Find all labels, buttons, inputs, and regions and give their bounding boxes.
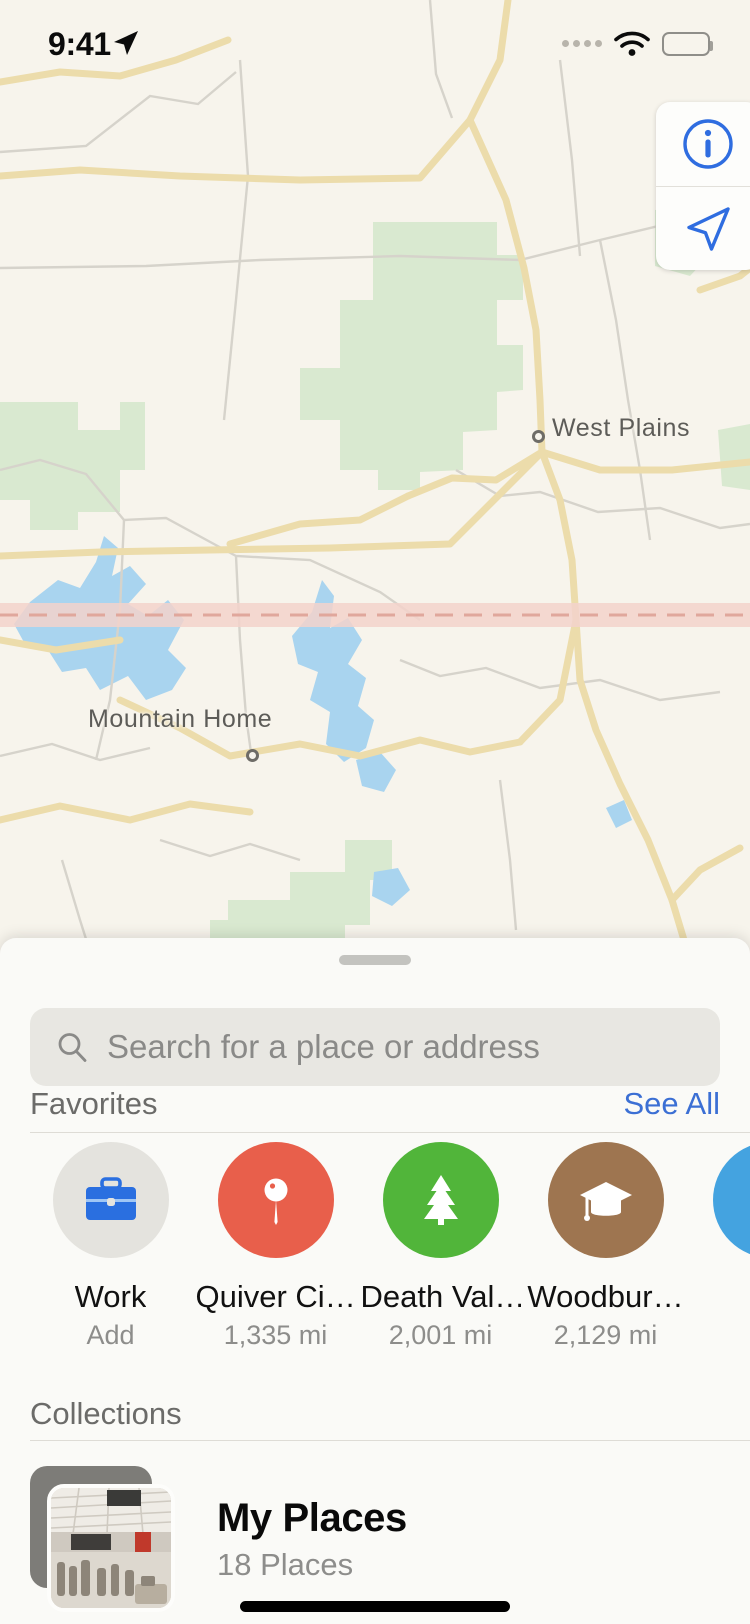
graduation-cap-icon bbox=[579, 1182, 632, 1221]
favorite-sublabel: 1,335 mi bbox=[223, 1320, 328, 1350]
favorites-scroller[interactable]: Work Add Quiver Ci… 1,335 mi Death Val… … bbox=[0, 1142, 750, 1372]
favorite-label: Work bbox=[74, 1279, 147, 1314]
favorites-header: Favorites See All bbox=[0, 1086, 750, 1122]
favorite-icon-partial bbox=[712, 1142, 750, 1258]
info-button[interactable] bbox=[656, 102, 750, 186]
favorite-label: Woodbur… bbox=[527, 1279, 684, 1314]
favorites-divider bbox=[30, 1132, 750, 1133]
collections-header: Collections bbox=[0, 1396, 750, 1432]
collections-title: Collections bbox=[30, 1396, 182, 1431]
map-canvas[interactable]: West Plains Mountain Home bbox=[0, 0, 750, 960]
places-sheet: Favorites See All Work Add bbox=[0, 938, 750, 1624]
favorite-item-quiver-city[interactable]: Quiver Ci… 1,335 mi bbox=[193, 1142, 358, 1351]
search-input[interactable] bbox=[107, 1028, 694, 1066]
favorite-label: Death Val… bbox=[360, 1279, 521, 1314]
favorites-title: Favorites bbox=[30, 1086, 158, 1121]
store-interior-photo bbox=[47, 1484, 175, 1612]
collection-thumbnail bbox=[30, 1464, 180, 1614]
collection-subtitle: 18 Places bbox=[217, 1546, 354, 1582]
store-photo-art bbox=[51, 1488, 171, 1608]
info-circle-icon bbox=[683, 119, 733, 169]
favorite-icon-work bbox=[52, 1142, 169, 1258]
collection-row-my-places[interactable]: My Places 18 Places bbox=[0, 1454, 750, 1624]
favorite-sublabel: 2,129 mi bbox=[553, 1320, 658, 1350]
map-pin-icon bbox=[264, 1178, 287, 1225]
favorite-icon bbox=[740, 1169, 750, 1231]
search-bar[interactable] bbox=[30, 1008, 720, 1086]
pine-tree-icon bbox=[423, 1175, 458, 1225]
home-indicator[interactable] bbox=[240, 1601, 510, 1612]
map-controls-group bbox=[656, 102, 750, 270]
map-label-mountain-home: Mountain Home bbox=[88, 705, 273, 733]
collection-title: My Places bbox=[217, 1495, 407, 1540]
navigation-arrow-icon bbox=[687, 206, 730, 251]
collections-divider bbox=[30, 1440, 750, 1441]
search-icon bbox=[58, 1033, 87, 1062]
favorite-icon-death-valley bbox=[382, 1142, 499, 1258]
favorite-label: Quiver Ci… bbox=[195, 1279, 356, 1314]
favorite-item-death-valley[interactable]: Death Val… 2,001 mi bbox=[358, 1142, 523, 1351]
collection-text: My Places 18 Places bbox=[217, 1496, 407, 1583]
favorite-sublabel: 2,001 mi bbox=[388, 1320, 493, 1350]
favorite-item-partial[interactable]: H 1 bbox=[688, 1142, 750, 1351]
briefcase-icon bbox=[85, 1177, 136, 1220]
favorite-sublabel: Add bbox=[86, 1320, 135, 1350]
favorite-item-woodbury[interactable]: Woodbur… 2,129 mi bbox=[523, 1142, 688, 1351]
map-marker-west-plains[interactable] bbox=[532, 430, 545, 443]
favorites-see-all-button[interactable]: See All bbox=[623, 1086, 720, 1122]
locate-button[interactable] bbox=[656, 186, 750, 270]
map-marker-mountain-home[interactable] bbox=[246, 749, 259, 762]
sheet-grabber[interactable] bbox=[339, 955, 411, 965]
map-label-west-plains: West Plains bbox=[552, 414, 691, 442]
iphone-screen: West Plains Mountain Home 9:41 Search fo… bbox=[0, 0, 750, 1624]
favorite-item-work[interactable]: Work Add bbox=[28, 1142, 193, 1351]
favorite-icon-quiver-city bbox=[217, 1142, 334, 1258]
favorite-icon-woodbury bbox=[547, 1142, 664, 1258]
map-vector bbox=[0, 0, 750, 960]
